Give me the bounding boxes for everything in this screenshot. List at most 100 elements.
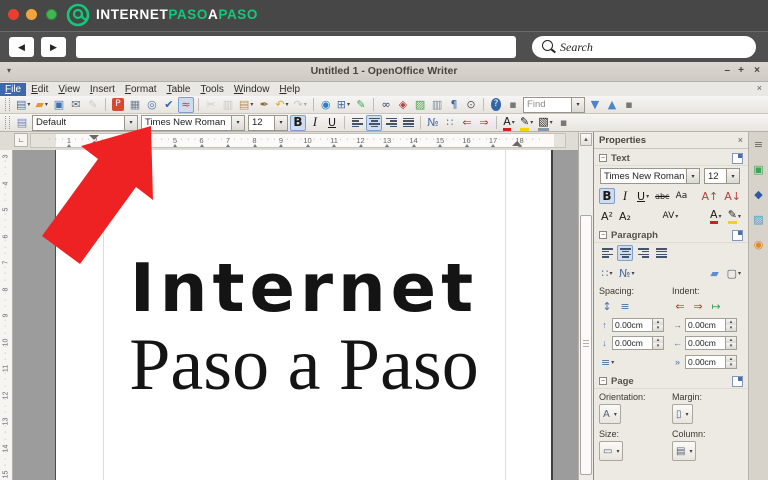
size-button[interactable]: ▭ ▾ [599, 441, 624, 461]
hyperlink-button[interactable]: ◉ [318, 97, 334, 113]
decrease-spacing-button[interactable]: ≡ [617, 298, 633, 314]
properties-close-button[interactable]: × [738, 135, 743, 145]
sb-italic-button[interactable]: I [617, 188, 633, 204]
column-button[interactable]: ▤ ▾ [672, 441, 697, 461]
spacing-above-value[interactable]: 0.00cm [613, 320, 652, 330]
sb-strikethrough-button[interactable]: abc [653, 188, 671, 204]
background-color-button-dropdown[interactable]: ▾ [550, 119, 553, 126]
justify-button[interactable] [400, 115, 416, 131]
bullets-button[interactable]: ∷ [442, 115, 458, 131]
decrease-indent-button[interactable]: ⇐ [459, 115, 475, 131]
numbering-button[interactable]: № [425, 115, 441, 131]
orientation-button[interactable]: A ▾ [599, 404, 621, 424]
tab-navigator[interactable]: ◉ [751, 236, 767, 252]
paste-button-dropdown[interactable]: ▾ [250, 101, 253, 108]
find-input-dropdown[interactable]: ▾ [571, 97, 585, 112]
close-button[interactable]: × [754, 65, 760, 76]
sb-numbering-button[interactable]: № ▾ [617, 265, 636, 281]
export-pdf-button[interactable]: P [110, 97, 126, 113]
new-document-button[interactable]: ▤ ▾ [14, 97, 32, 113]
sb-underline-button-dropdown[interactable]: ▾ [646, 193, 649, 200]
spacing-above-stepper[interactable]: ▴ ▾ [652, 319, 663, 331]
vertical-scrollbar[interactable]: ▲ [578, 132, 593, 480]
sb-align-center-button[interactable] [617, 245, 633, 261]
menu-format[interactable]: Format [120, 83, 162, 96]
collapse-paragraph-section-button[interactable]: − [599, 231, 607, 239]
paragraph-style-combo[interactable]: Default ▾ [32, 114, 138, 131]
sb-font-color-button-dropdown[interactable]: ▾ [719, 213, 722, 220]
sb-character-dialog-button[interactable]: Aa [673, 188, 689, 204]
sb-numbering-button-dropdown[interactable]: ▾ [631, 270, 634, 277]
undo-button-dropdown[interactable]: ▾ [286, 101, 289, 108]
navigator-button[interactable]: ◈ [395, 97, 411, 113]
menu-edit[interactable]: Edit [26, 83, 53, 96]
draw-functions-button[interactable]: ✎ [353, 97, 369, 113]
sb-align-right-button[interactable] [635, 245, 651, 261]
document-close-button[interactable]: × [757, 83, 762, 93]
align-left-button[interactable] [349, 115, 365, 131]
background-color-button[interactable]: ▧ ▾ [536, 115, 554, 131]
scroll-up-button[interactable]: ▲ [580, 133, 592, 146]
zoom-button[interactable]: ⊙ [463, 97, 479, 113]
decrease-font-button[interactable]: A↓ [722, 188, 743, 204]
autospellcheck-button[interactable]: ≈ [177, 96, 194, 113]
first-line-indent-field[interactable]: » 0.00cm ▴ ▾ [672, 355, 737, 369]
font-size-combo-dropdown[interactable]: ▾ [274, 115, 287, 130]
open-button[interactable]: ▰ ▾ [33, 97, 49, 113]
redo-button[interactable]: ↷ ▾ [292, 97, 309, 113]
menu-tools[interactable]: Tools [195, 83, 228, 96]
redo-button-dropdown[interactable]: ▾ [304, 101, 307, 108]
open-button-dropdown[interactable]: ▾ [45, 101, 48, 108]
formatting-marks-button[interactable]: ¶ [446, 97, 462, 113]
sb-font-color-button[interactable]: A ▾ [708, 208, 724, 224]
spacing-below-stepper[interactable]: ▴ ▾ [652, 337, 663, 349]
std-overflow-button[interactable]: ▪ [621, 97, 637, 113]
std-toolbar-grip[interactable] [5, 98, 10, 111]
border-button[interactable]: ▢ ▾ [725, 265, 743, 281]
fmt-overflow-button[interactable]: ▪ [556, 115, 572, 131]
paragraph-more-options-button[interactable] [732, 229, 743, 241]
font-color-button-dropdown[interactable]: ▾ [512, 119, 515, 126]
scrollbar-thumb[interactable] [580, 215, 592, 475]
sb-font-size-dropdown[interactable]: ▾ [726, 169, 739, 183]
window-zoom-traffic-light[interactable] [46, 9, 57, 20]
forward-button[interactable]: ▶ [41, 37, 66, 57]
data-sources-button[interactable]: ▥ [429, 97, 445, 113]
insert-table-button[interactable]: ⊞ ▾ [335, 97, 352, 113]
paragraph-style-combo-dropdown[interactable]: ▾ [124, 115, 137, 130]
sb-justify-button[interactable] [653, 245, 669, 261]
menu-file[interactable]: File [0, 82, 27, 96]
font-name-combo[interactable]: Times New Roman ▾ [141, 114, 245, 131]
sb-highlighting-button[interactable]: ✎ ▾ [726, 208, 743, 224]
sb-font-name-dropdown[interactable]: ▾ [686, 169, 699, 183]
text-more-options-button[interactable] [732, 152, 743, 164]
tab-gallery[interactable]: ▨ [751, 211, 767, 227]
tab-properties[interactable]: ▣ [751, 161, 767, 177]
increase-spacing-button[interactable]: ↕ [599, 298, 615, 314]
indent-before-field[interactable]: → 0.00cm ▴ ▾ [672, 318, 737, 332]
toolbar-options-button[interactable]: ▪ [505, 97, 521, 113]
character-spacing-button-dropdown[interactable]: ▾ [675, 213, 678, 220]
first-line-indent-value[interactable]: 0.00cm [686, 357, 725, 367]
horizontal-ruler[interactable]: 1 2 3 4 5 6 7 8 9 10 11 12 13 14 15 16 17 18 · · · · · · · · · · · · ·… [30, 133, 566, 148]
border-button-dropdown[interactable]: ▾ [738, 270, 741, 277]
underline-button[interactable]: U [324, 115, 340, 131]
help-button[interactable]: ? [488, 97, 504, 113]
highlighting-button[interactable]: ✎ ▾ [518, 115, 535, 131]
insert-table-button-dropdown[interactable]: ▾ [347, 101, 350, 108]
font-size-combo[interactable]: 12 ▾ [248, 114, 288, 131]
font-color-button[interactable]: A ▾ [501, 115, 517, 131]
sb-bullets-button[interactable]: ∷ ▾ [599, 265, 615, 281]
cut-button[interactable]: ✂ [203, 97, 219, 113]
spellcheck-button[interactable]: ✔ [161, 97, 177, 113]
page-preview-button[interactable]: ◎ [144, 97, 160, 113]
highlighting-button-dropdown[interactable]: ▾ [530, 119, 533, 126]
bold-button[interactable]: B [290, 114, 306, 131]
menu-table[interactable]: Table [162, 83, 196, 96]
italic-button[interactable]: I [307, 115, 323, 131]
sb-font-size-combo[interactable]: 12 ▾ [704, 168, 740, 184]
hanging-indent-button[interactable]: ↦ [708, 298, 724, 314]
undo-button[interactable]: ↶ ▾ [273, 97, 290, 113]
tab-styles[interactable]: ◆ [751, 186, 767, 202]
sidebar-menu-button[interactable]: ≡ [751, 136, 767, 152]
